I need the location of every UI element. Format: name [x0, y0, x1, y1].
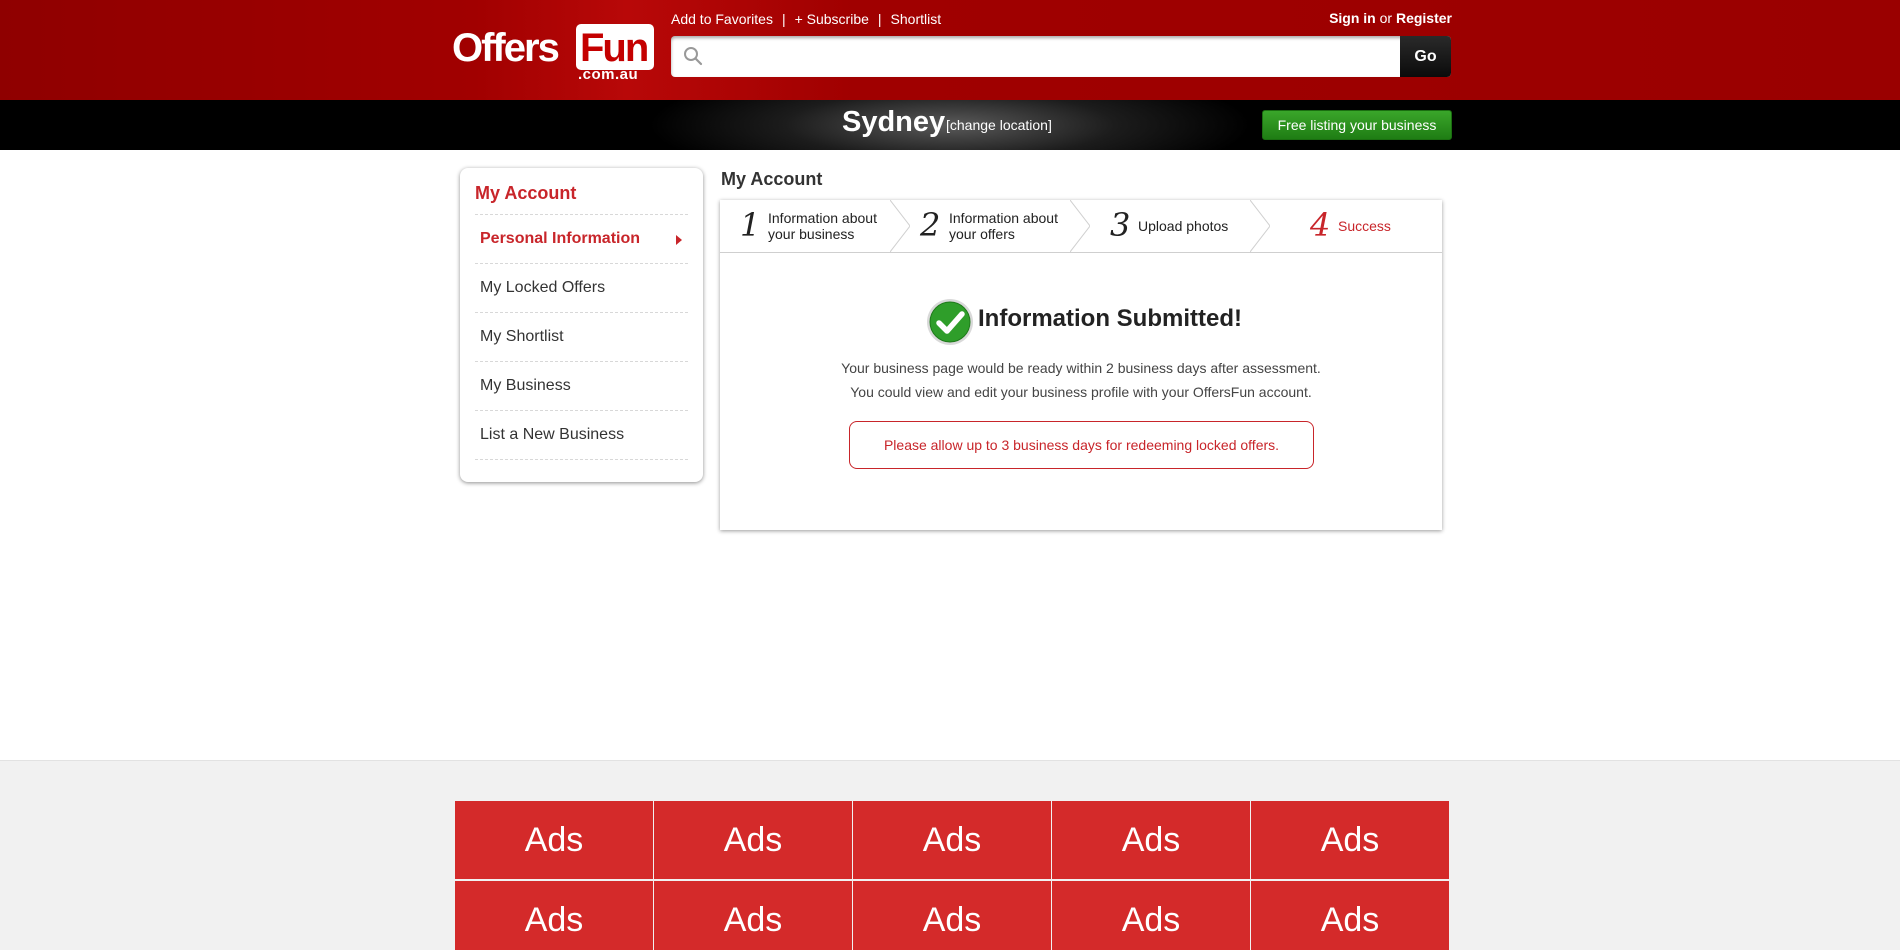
ad-slot[interactable]: Ads — [455, 801, 653, 879]
checkmark-icon — [927, 299, 973, 345]
search-bar: Go — [671, 36, 1451, 77]
search-icon — [684, 47, 703, 66]
step-4-active: 4 Success — [1260, 200, 1442, 252]
step-3: 3 Upload photos — [1080, 200, 1260, 252]
free-listing-button[interactable]: Free listing your business — [1262, 110, 1452, 140]
ad-slot[interactable]: Ads — [654, 881, 852, 950]
step-label: Success — [1338, 218, 1391, 234]
auth-links: Sign in or Register — [1329, 10, 1452, 26]
ad-slot[interactable]: Ads — [853, 881, 1051, 950]
link-separator: | — [877, 11, 882, 27]
location-bar: Sydney [change location] Free listing yo… — [0, 100, 1900, 150]
shortlist-link[interactable]: Shortlist — [891, 11, 942, 27]
sidebar-item-label: List a New Business — [480, 426, 625, 443]
ad-slot[interactable]: Ads — [1052, 801, 1250, 879]
step-number: 3 — [1110, 206, 1131, 244]
sidebar-item-label: Personal Information — [480, 230, 641, 247]
sidebar-item-label: My Locked Offers — [480, 279, 606, 296]
redeem-notice: Please allow up to 3 business days for r… — [849, 421, 1314, 469]
register-link[interactable]: Register — [1396, 10, 1452, 26]
step-number: 2 — [920, 206, 941, 244]
sidebar-item-personal-information[interactable]: Personal Information — [475, 215, 688, 264]
ad-slot[interactable]: Ads — [1052, 881, 1250, 950]
progress-steps: 1 Information about your business 2 Infor… — [720, 200, 1442, 253]
sidebar-item-my-locked-offers[interactable]: My Locked Offers — [475, 264, 688, 313]
sign-in-link[interactable]: Sign in — [1329, 10, 1376, 26]
top-links: Add to Favorites | + Subscribe | Shortlist — [671, 11, 941, 27]
search-input[interactable] — [711, 38, 1391, 75]
step-label: Information about your business — [768, 210, 877, 242]
auth-or: or — [1379, 10, 1393, 26]
ad-slot[interactable]: Ads — [1251, 881, 1449, 950]
success-message-line1: Your business page would be ready within… — [841, 360, 1321, 376]
step-label: Information about your offers — [949, 210, 1058, 242]
success-title: Information Submitted! — [978, 305, 1242, 332]
sidebar-item-my-business[interactable]: My Business — [475, 362, 688, 411]
step-label: Upload photos — [1138, 218, 1229, 234]
step-1: 1 Information about your business — [720, 200, 900, 252]
sidebar-item-list-new-business[interactable]: List a New Business — [475, 411, 688, 460]
go-button[interactable]: Go — [1400, 36, 1451, 77]
success-message-line2: You could view and edit your business pr… — [850, 384, 1312, 400]
sidebar-item-label: My Business — [480, 377, 571, 394]
step-number: 4 — [1310, 206, 1331, 244]
link-separator: | — [781, 11, 786, 27]
logo-text-offers: Offers — [452, 26, 560, 70]
logo-badge-fun: Fun — [576, 24, 654, 70]
logo-text-fun: Fun — [580, 26, 649, 70]
sidebar-menu: Personal Information My Locked Offers My… — [475, 214, 688, 460]
arrow-right-icon — [676, 235, 682, 245]
account-sidebar: My Account Personal Information My Locke… — [460, 168, 703, 482]
logo-domain: .com.au — [578, 66, 639, 83]
change-location-link[interactable]: [change location] — [946, 117, 1052, 133]
step-2: 2 Information about your offers — [900, 200, 1080, 252]
current-city: Sydney — [842, 106, 946, 138]
step-number: 1 — [740, 206, 761, 244]
offersfun-logo[interactable]: Offers Fun .com.au — [452, 24, 654, 83]
add-to-favorites-link[interactable]: Add to Favorites — [671, 11, 773, 27]
page-title: My Account — [721, 169, 823, 189]
ad-slot[interactable]: Ads — [853, 801, 1051, 879]
ad-slot[interactable]: Ads — [1251, 801, 1449, 879]
ad-slot[interactable]: Ads — [455, 881, 653, 950]
sidebar-item-label: My Shortlist — [480, 328, 564, 345]
sidebar-item-my-shortlist[interactable]: My Shortlist — [475, 313, 688, 362]
subscribe-link[interactable]: + Subscribe — [795, 11, 869, 27]
sidebar-title: My Account — [475, 183, 577, 203]
site-header: Offers Fun .com.au Add to Favorites | + Su… — [0, 0, 1900, 100]
ad-slot[interactable]: Ads — [654, 801, 852, 879]
